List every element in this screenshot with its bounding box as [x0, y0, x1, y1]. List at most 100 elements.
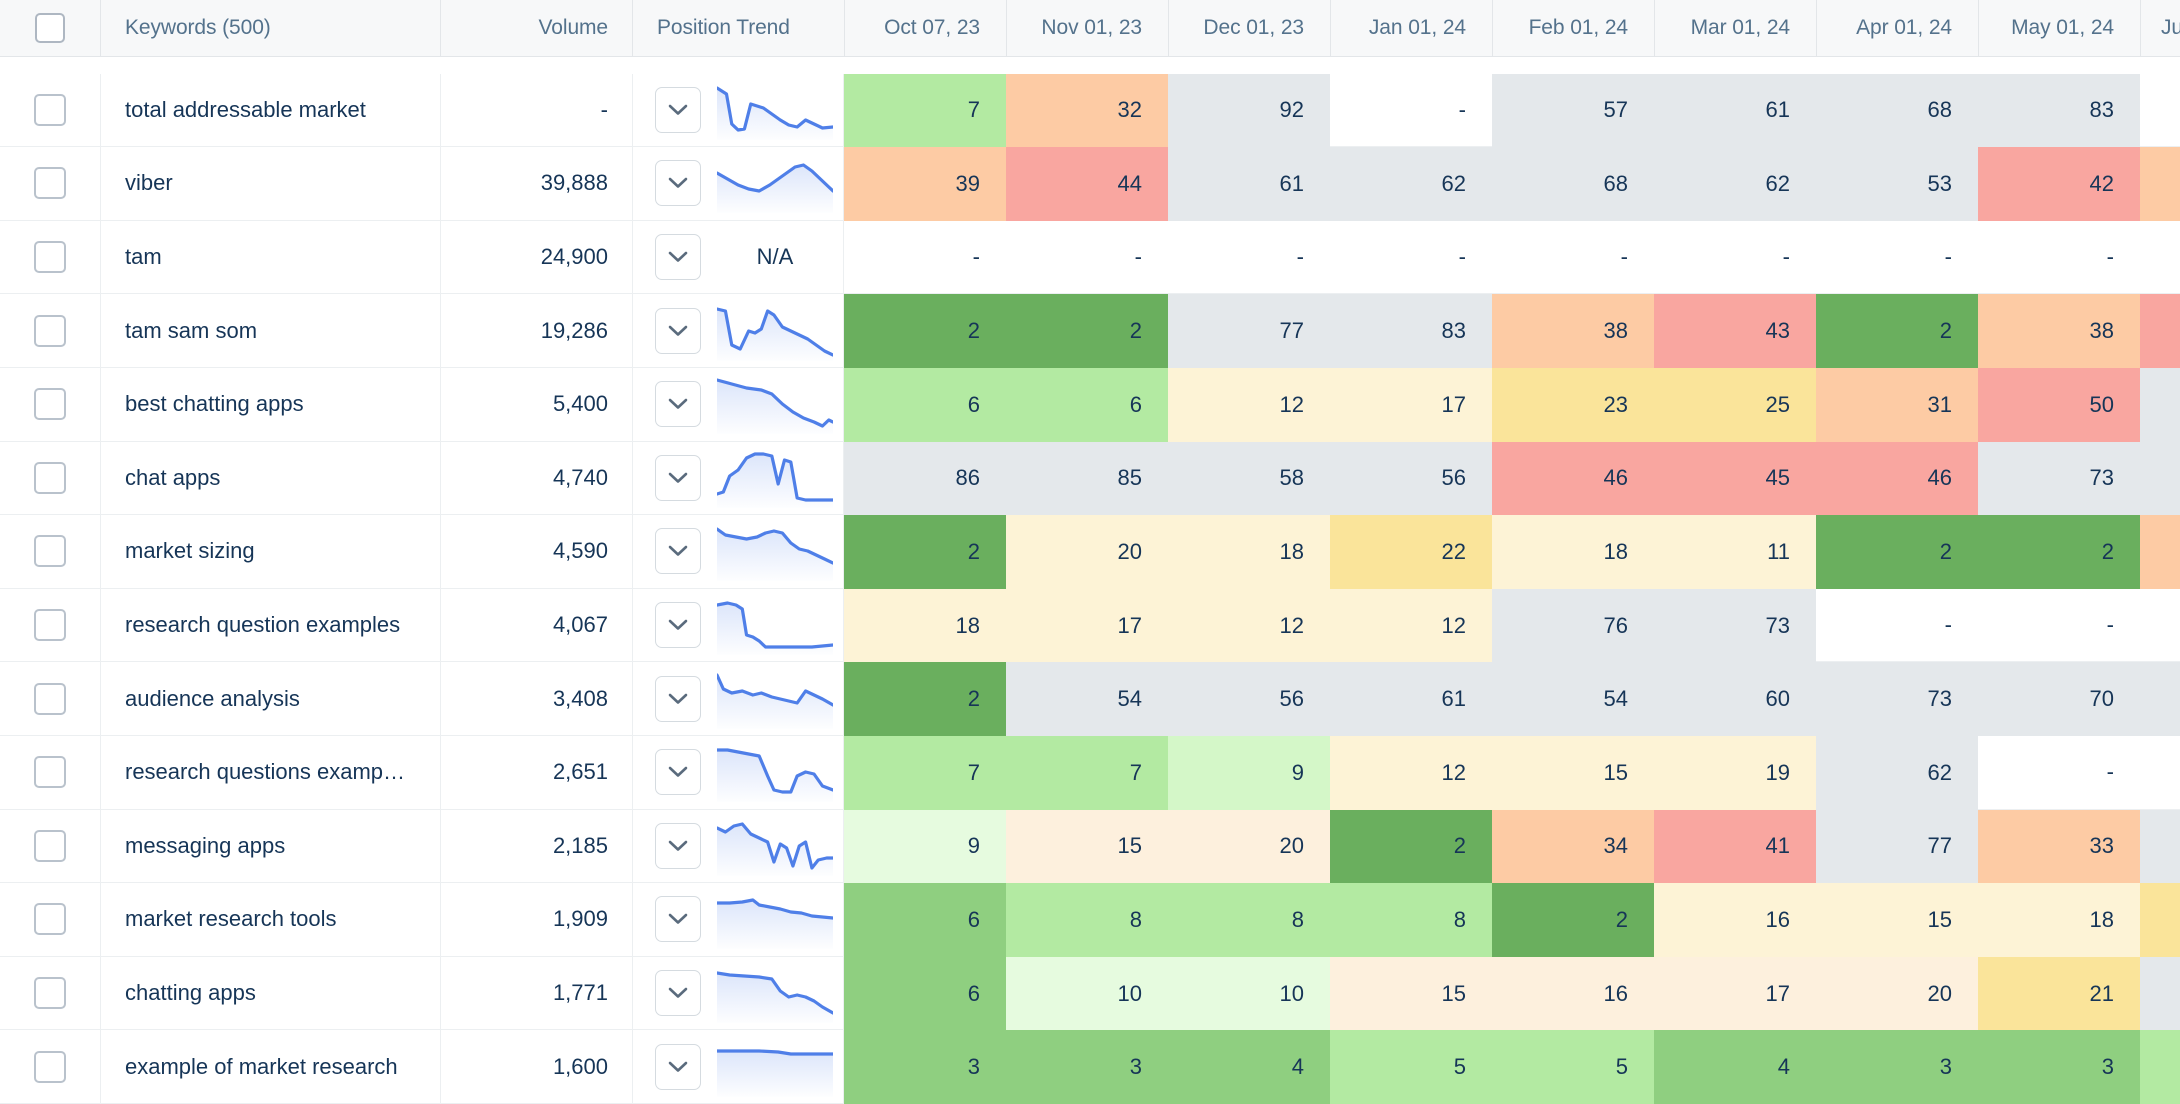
expand-row-button[interactable]: [655, 896, 701, 943]
column-header-date-0[interactable]: Oct 07, 23: [844, 0, 1006, 57]
row-checkbox[interactable]: [34, 977, 66, 1010]
position-cell-3: 8: [1330, 883, 1492, 957]
keyword-cell[interactable]: example of market research: [100, 1030, 440, 1104]
column-header-keywords[interactable]: Keywords (500): [100, 0, 440, 57]
position-cell-1: 8: [1006, 883, 1168, 957]
position-trend-cell: [632, 147, 844, 221]
keyword-cell[interactable]: research questions examp…: [100, 735, 440, 810]
row-checkbox[interactable]: [34, 167, 66, 200]
expand-row-button[interactable]: [655, 749, 701, 796]
position-cell-7: 3: [1978, 1030, 2140, 1104]
keyword-cell[interactable]: research question examples: [100, 588, 440, 663]
row-select-cell[interactable]: [0, 294, 100, 368]
keyword-cell[interactable]: chatting apps: [100, 956, 440, 1031]
column-header-date-8[interactable]: Jun 0: [2140, 0, 2180, 57]
row-checkbox[interactable]: [34, 682, 66, 715]
keyword-cell[interactable]: best chatting apps: [100, 367, 440, 442]
position-cell-2: 8: [1168, 883, 1330, 957]
row-select-cell[interactable]: [0, 367, 100, 442]
row-select-cell[interactable]: [0, 588, 100, 663]
column-header-position-trend[interactable]: Position Trend: [632, 0, 844, 57]
expand-row-button[interactable]: [655, 602, 701, 649]
keyword-cell[interactable]: market sizing: [100, 515, 440, 589]
position-cell-3: 62: [1330, 147, 1492, 221]
position-cell-8: [2140, 73, 2180, 148]
keyword-cell[interactable]: messaging apps: [100, 809, 440, 884]
expand-row-button[interactable]: [655, 822, 701, 869]
keyword-cell[interactable]: viber: [100, 147, 440, 221]
keyword-cell[interactable]: market research tools: [100, 883, 440, 957]
position-cell-2: 20: [1168, 809, 1330, 884]
row-select-cell[interactable]: [0, 735, 100, 810]
row-select-cell[interactable]: [0, 441, 100, 516]
column-header-volume[interactable]: Volume: [440, 0, 632, 57]
position-trend-sparkline: [717, 889, 833, 950]
expand-row-button[interactable]: [655, 1043, 701, 1090]
expand-row-button[interactable]: [655, 234, 701, 281]
column-header-date-5[interactable]: Mar 01, 24: [1654, 0, 1816, 57]
keyword-cell[interactable]: audience analysis: [100, 662, 440, 736]
row-checkbox[interactable]: [34, 241, 66, 274]
position-cell-3: 15: [1330, 956, 1492, 1031]
expand-row-button[interactable]: [655, 381, 701, 428]
position-cell-0: 86: [844, 441, 1006, 516]
expand-row-button[interactable]: [655, 528, 701, 575]
keyword-cell[interactable]: tam: [100, 220, 440, 295]
position-cell-3: 12: [1330, 735, 1492, 810]
row-checkbox[interactable]: [34, 314, 66, 347]
row-checkbox[interactable]: [34, 829, 66, 862]
position-cell-2: 18: [1168, 515, 1330, 589]
position-cell-0: -: [844, 220, 1006, 295]
row-checkbox[interactable]: [34, 535, 66, 568]
column-header-date-4[interactable]: Feb 01, 24: [1492, 0, 1654, 57]
position-cell-6: 46: [1816, 441, 1978, 516]
row-checkbox[interactable]: [34, 1050, 66, 1083]
row-select-cell[interactable]: [0, 662, 100, 736]
keyword-cell[interactable]: chat apps: [100, 441, 440, 516]
position-cell-4: 5: [1492, 1030, 1654, 1104]
position-cell-0: 3: [844, 1030, 1006, 1104]
volume-cell: 1,909: [440, 883, 632, 957]
position-trend-cell: [632, 294, 844, 368]
column-header-date-6[interactable]: Apr 01, 24: [1816, 0, 1978, 57]
column-header-date-2[interactable]: Dec 01, 23: [1168, 0, 1330, 57]
column-header-date-3[interactable]: Jan 01, 24: [1330, 0, 1492, 57]
position-cell-4: 46: [1492, 441, 1654, 516]
position-trend-cell: [632, 73, 844, 148]
expand-row-button[interactable]: [655, 86, 701, 133]
position-cell-7: 21: [1978, 956, 2140, 1031]
select-all-checkbox[interactable]: [35, 13, 65, 43]
header-select-all-cell[interactable]: [0, 0, 100, 57]
row-checkbox[interactable]: [34, 903, 66, 936]
row-select-cell[interactable]: [0, 220, 100, 295]
row-checkbox[interactable]: [34, 93, 66, 126]
keyword-cell[interactable]: tam sam som: [100, 294, 440, 368]
row-select-cell[interactable]: [0, 956, 100, 1031]
column-header-date-7[interactable]: May 01, 24: [1978, 0, 2140, 57]
row-checkbox[interactable]: [34, 461, 66, 494]
expand-row-button[interactable]: [655, 675, 701, 722]
expand-row-button[interactable]: [655, 160, 701, 207]
row-checkbox[interactable]: [34, 609, 66, 642]
position-cell-4: 34: [1492, 809, 1654, 884]
row-select-cell[interactable]: [0, 1030, 100, 1104]
position-cell-8: [2140, 883, 2180, 957]
row-select-cell[interactable]: [0, 515, 100, 589]
position-cell-4: -: [1492, 220, 1654, 295]
position-cell-3: 22: [1330, 515, 1492, 589]
expand-row-button[interactable]: [655, 307, 701, 354]
row-select-cell[interactable]: [0, 73, 100, 148]
position-cell-2: 9: [1168, 735, 1330, 810]
row-select-cell[interactable]: [0, 883, 100, 957]
position-cell-0: 39: [844, 147, 1006, 221]
volume-cell: 5,400: [440, 367, 632, 442]
row-select-cell[interactable]: [0, 147, 100, 221]
expand-row-button[interactable]: [655, 970, 701, 1017]
column-header-date-1[interactable]: Nov 01, 23: [1006, 0, 1168, 57]
row-select-cell[interactable]: [0, 809, 100, 884]
keyword-cell[interactable]: total addressable market: [100, 73, 440, 148]
row-checkbox[interactable]: [34, 388, 66, 421]
row-checkbox[interactable]: [34, 756, 66, 789]
expand-row-button[interactable]: [655, 454, 701, 501]
position-cell-6: 3: [1816, 1030, 1978, 1104]
